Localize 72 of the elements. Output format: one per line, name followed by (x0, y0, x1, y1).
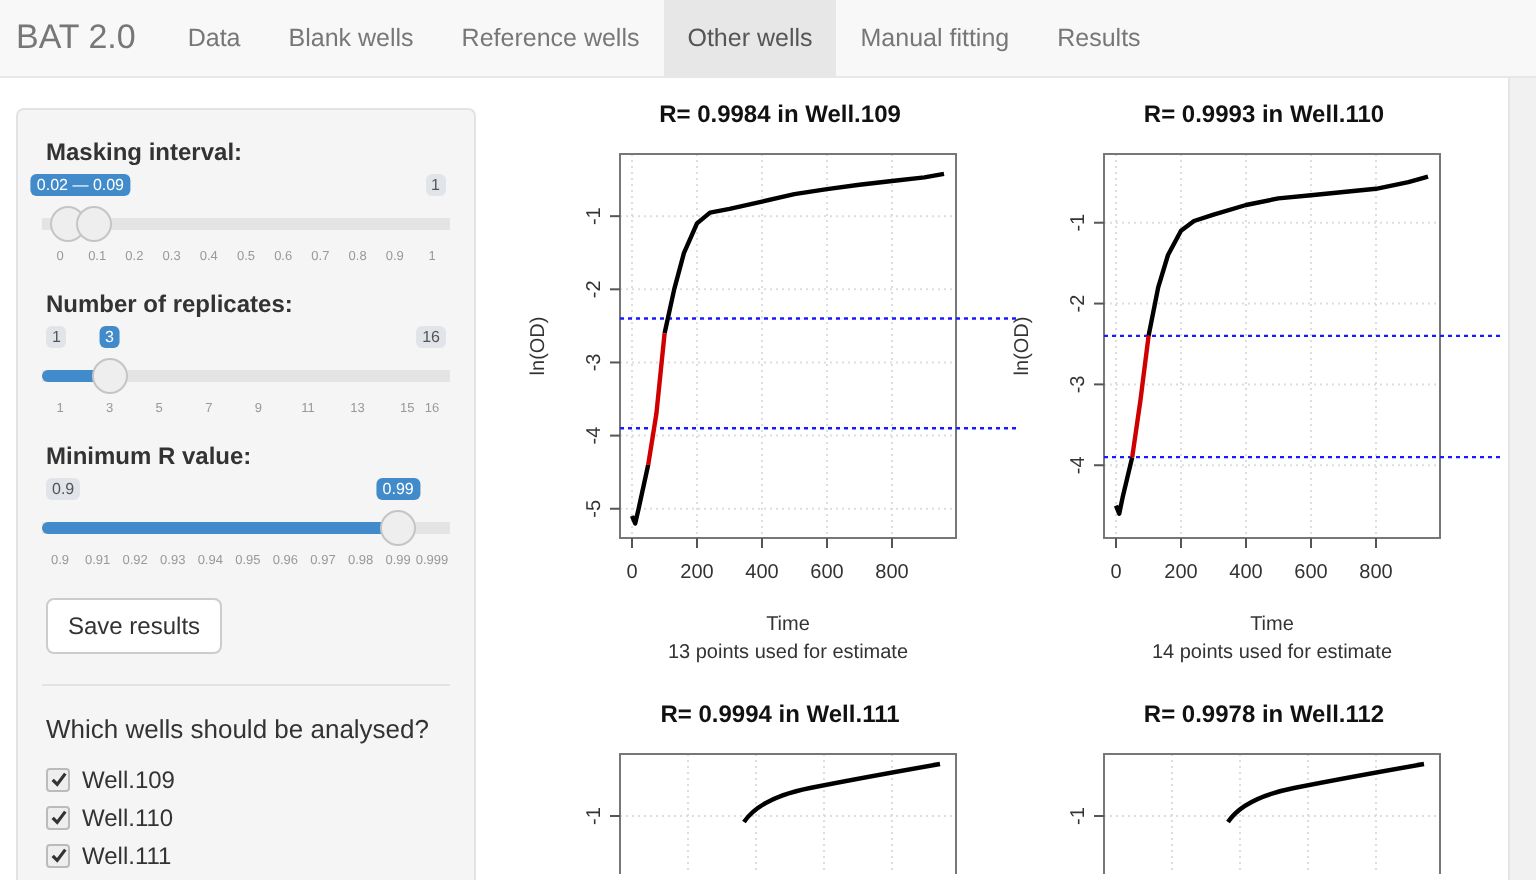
x-tick-label: 200 (680, 562, 715, 584)
x-tick: 800 (1359, 537, 1393, 584)
chart-title: R= 0.9994 in Well.111 (660, 700, 900, 728)
x-axis-label: Time (1250, 614, 1294, 636)
y-tick-label: -1 (1068, 807, 1090, 825)
slider-value-label: 0.02 — 0.09 (30, 174, 131, 196)
nav-tab[interactable]: Data (163, 0, 265, 76)
y-tick-label: -3 (584, 352, 606, 372)
x-tick-label: 600 (1294, 562, 1329, 584)
x-tick-label: 200 (1164, 562, 1199, 584)
x-tick: 200 (1164, 537, 1198, 584)
nav-tab[interactable]: Reference wells (437, 0, 664, 76)
nav-tab[interactable]: Results (1033, 0, 1165, 76)
slider-min-label: 0.9 (46, 478, 81, 500)
chart-title: R= 0.9984 in Well.109 (659, 100, 901, 128)
y-tick-label: -1 (1068, 212, 1090, 232)
slider-min-label: 1 (46, 326, 67, 348)
y-axis-label: ln(OD) (528, 316, 550, 376)
checkbox-label[interactable]: Well.110 (82, 803, 174, 831)
x-tick: 0 (1110, 537, 1122, 584)
x-tick-label: 0 (626, 562, 639, 584)
y-tick: -5 (584, 499, 621, 518)
nav-tab[interactable]: Other wells (663, 0, 837, 76)
y-tick-label: -3 (1068, 374, 1090, 394)
slider-label: Number of replicates: (46, 290, 295, 318)
y-tick: -1 (1068, 213, 1105, 232)
x-tick: 600 (810, 537, 844, 584)
y-tick-label: -2 (1068, 293, 1090, 313)
chart-title: R= 0.9978 in Well.112 (1143, 700, 1385, 728)
chart-caption: 13 points used for estimate (667, 642, 909, 664)
checkbox-label[interactable]: Well.111 (82, 841, 172, 869)
x-tick: 400 (1229, 537, 1263, 584)
y-tick-label: -1 (584, 206, 606, 226)
x-tick-label: 400 (745, 562, 780, 584)
y-axis-label: ln(OD) (1012, 316, 1034, 376)
y-tick-label: -5 (584, 498, 606, 518)
x-axis-label: Time (766, 614, 810, 636)
x-tick: 400 (745, 537, 779, 584)
y-tick: -3 (584, 353, 621, 372)
x-tick: 0 (626, 537, 638, 584)
y-tick: -3 (1068, 375, 1105, 394)
y-tick-label: -4 (584, 425, 606, 445)
y-tick: -4 (584, 426, 621, 445)
save-results-button[interactable]: Save results (46, 598, 223, 654)
x-tick-label: 800 (875, 562, 910, 584)
x-tick-label: 0 (1110, 562, 1123, 584)
slider-max-label: 1 (425, 174, 446, 196)
x-tick: 800 (875, 537, 909, 584)
app-title[interactable]: BAT 2.0 (0, 0, 164, 76)
chart-caption: 14 points used for estimate (1151, 642, 1393, 664)
y-tick: -4 (1068, 456, 1105, 475)
y-tick-label: -4 (1068, 455, 1090, 475)
wells-heading: Which wells should be analysed? (46, 714, 431, 744)
x-tick-label: 400 (1229, 562, 1264, 584)
chart-title: R= 0.9993 in Well.110 (1143, 100, 1385, 128)
checkbox-label[interactable]: Well.109 (82, 765, 175, 793)
x-tick-label: 800 (1359, 562, 1394, 584)
x-tick-label: 600 (810, 562, 845, 584)
y-tick: -2 (584, 280, 621, 299)
nav-tab[interactable]: Blank wells (264, 0, 438, 76)
y-tick-label: -2 (584, 279, 606, 299)
y-tick: -2 (1068, 294, 1105, 313)
x-tick: 600 (1294, 537, 1328, 584)
slider-max-label: 16 (416, 326, 446, 348)
y-tick: -1 (584, 207, 621, 226)
slider-label: Masking interval: (46, 138, 245, 166)
nav-tab[interactable]: Manual fitting (836, 0, 1034, 76)
slider-label: Minimum R value: (46, 442, 254, 470)
slider-value-label: 3 (99, 326, 120, 348)
y-tick-label: -1 (584, 807, 606, 825)
slider-value-label: 0.99 (376, 478, 420, 500)
x-tick: 200 (680, 537, 714, 584)
